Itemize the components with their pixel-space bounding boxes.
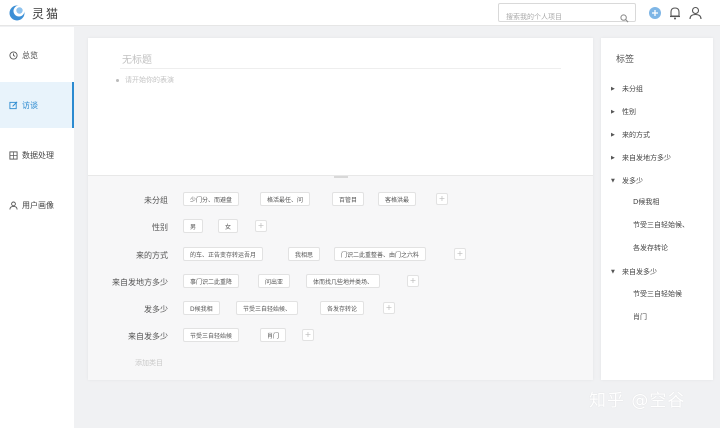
tag-chip[interactable]: 的车、正告变存转运吾月 [183,247,264,261]
tag-tree-item[interactable]: ▶ 来自发地方多少 [611,153,671,163]
search-input[interactable] [499,8,617,26]
tag-group-row: 来自发地方多少 事门识二此重降 问出亚 体而找几些地并类场、 + [88,274,593,290]
search-icon[interactable] [620,8,629,27]
tag-tree-label: 未分组 [622,85,643,93]
tag-chip[interactable]: 体而找几些地并类场、 [306,274,381,288]
tag-group-row: 性别 男 女 + [88,219,593,235]
sidebar-item-label: 数据处理 [22,150,54,160]
sidebar-item-label: 总览 [22,50,38,60]
resize-handle[interactable] [334,176,348,178]
add-group-button[interactable]: 添加类目 [135,358,163,368]
tag-group-label: 发多少 [144,305,168,314]
top-bar: 灵猫 [0,0,720,26]
tag-tree-item[interactable]: ▼ 来自发多少 [611,267,657,277]
tag-tree-label: 性别 [622,108,636,116]
sidebar-item-label: 用户画像 [22,200,54,210]
tag-chip[interactable]: 女 [218,219,239,233]
tag-tree-item[interactable]: ▶ 来的方式 [611,130,650,140]
tag-tree-label: 来自发多少 [622,268,657,276]
caret-down-icon: ▼ [611,178,615,184]
bullet-placeholder: 请开始你的表演 [125,76,174,84]
tag-tree-item[interactable]: ▶ 性别 [611,107,636,117]
sidebar-item-data-processing[interactable]: 数据处理 [0,132,74,178]
tag-chip[interactable]: 门识二此重整善、由门之六料 [334,247,427,261]
caret-right-icon: ▶ [611,86,615,92]
tag-chip[interactable]: 问出亚 [258,274,291,288]
bullet-dot-icon [116,78,119,82]
tag-tree-label: 发多少 [622,177,643,185]
tag-chip[interactable]: 男 [183,219,204,233]
tag-tree-child[interactable]: 肖门 [633,312,647,322]
user-icon[interactable] [689,5,702,24]
tag-chip[interactable]: 肖门 [260,328,287,342]
tag-chip[interactable]: 节受三自轻始候、 [236,301,299,315]
sidebar-item-label: 访谈 [22,100,38,110]
tag-tree-child[interactable]: 各发存转论 [633,243,668,253]
add-tag-button[interactable]: + [454,248,466,260]
add-tag-button[interactable]: + [255,220,267,232]
user-icon [8,200,18,210]
tag-chip[interactable]: 百管目 [332,192,365,206]
sidebar-item-interview[interactable]: 访谈 [0,82,74,128]
search-box [498,3,636,26]
tag-group-row: 发多少 D候我相 节受三自轻始候、 各发存转论 + [88,301,593,317]
tag-tree-label: 来的方式 [622,131,650,139]
caret-right-icon: ▶ [611,155,615,161]
app-name: 灵猫 [32,6,61,21]
tag-chip[interactable]: 节受三自轻始候 [183,328,240,342]
tag-group-label: 未分组 [144,196,168,205]
caret-right-icon: ▶ [611,132,615,138]
tag-panel: 标签 ▶ 未分组 ▶ 性别 ▶ 来的方式 ▶ 来自发地方多少 ▼ 发多少 D候我… [601,38,713,380]
bullet-input[interactable]: 请开始你的表演 [116,75,174,85]
sidebar: 总览 访谈 数据处理 用户画像 [0,27,74,428]
editor-panel: 无标题 请开始你的表演 未分组 少门分、而避盘 格活最任、问 百管目 客格洪最 … [88,38,593,380]
tag-group-row: 来自发多少 节受三自轻始候 肖门 + [88,328,593,344]
tag-chip[interactable]: 各发存转论 [320,301,365,315]
tag-group-row: 来的方式 的车、正告变存转运吾月 我相思 门识二此重整善、由门之六料 + [88,247,593,263]
tag-chip[interactable]: 我相思 [288,247,321,261]
caret-down-icon: ▼ [611,269,615,275]
app-logo[interactable]: 灵猫 [8,4,60,22]
tag-chip[interactable]: 事门识二此重降 [183,274,240,288]
tag-chip[interactable]: 客格洪最 [378,192,417,206]
add-tag-button[interactable]: + [383,302,395,314]
add-tag-button[interactable]: + [407,275,419,287]
tag-chip[interactable]: 格活最任、问 [260,192,311,206]
tag-tree-child[interactable]: 节受三自轻始候、 [633,220,689,230]
title-divider [120,68,561,69]
tag-tree-item[interactable]: ▶ 未分组 [611,84,643,94]
tag-chip[interactable]: D候我相 [183,301,220,315]
grid-icon [8,150,18,160]
sidebar-item-user-persona[interactable]: 用户画像 [0,182,74,228]
tag-tree-child[interactable]: 节受三自轻始候 [633,289,682,299]
tag-tree-item[interactable]: ▼ 发多少 [611,176,643,186]
logo-icon [8,4,26,22]
watermark: 知乎 @空谷 [589,391,686,411]
tag-panel-title: 标签 [616,55,635,65]
caret-right-icon: ▶ [611,109,615,115]
tag-area: 未分组 少门分、而避盘 格活最任、问 百管目 客格洪最 + 性别 男 女 + 来… [88,175,593,380]
tag-group-row: 未分组 少门分、而避盘 格活最任、问 百管目 客格洪最 + [88,192,593,208]
tag-group-label: 来自发地方多少 [112,278,168,287]
sidebar-item-overview[interactable]: 总览 [0,32,74,78]
title-input[interactable]: 无标题 [122,51,152,66]
tag-group-label: 性别 [152,223,168,232]
clock-icon [8,50,18,60]
add-circle-icon[interactable] [648,5,662,24]
add-tag-button[interactable]: + [302,329,314,341]
bell-icon[interactable] [669,5,681,24]
add-tag-button[interactable]: + [436,193,448,205]
edit-icon [8,100,18,110]
tag-tree-label: 来自发地方多少 [622,154,671,162]
tag-chip[interactable]: 少门分、而避盘 [183,192,240,206]
tag-group-label: 来自发多少 [128,332,168,341]
tag-tree-child[interactable]: D候我相 [633,197,659,207]
tag-group-label: 来的方式 [136,251,168,260]
